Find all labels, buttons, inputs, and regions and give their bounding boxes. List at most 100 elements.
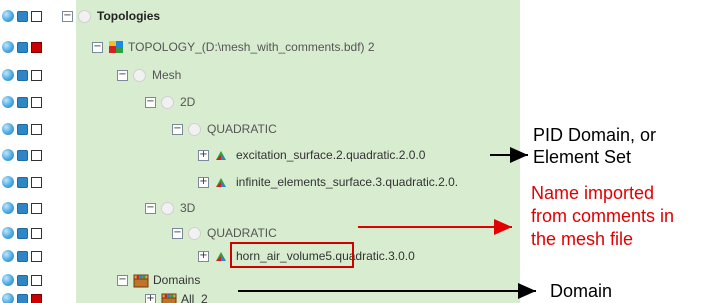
color-square-icon[interactable]: [17, 69, 28, 81]
visibility-dot-icon[interactable]: [2, 149, 14, 161]
visibility-dot-icon[interactable]: [2, 250, 14, 262]
node-bulb-icon: [161, 201, 174, 215]
visibility-dot-icon[interactable]: [2, 123, 14, 135]
tree-row-3d[interactable]: − 3D: [0, 196, 520, 220]
annotation-name-line2: from comments in: [531, 206, 675, 226]
row-controls: [2, 123, 42, 135]
checkbox-icon[interactable]: [31, 69, 42, 81]
visibility-dot-icon[interactable]: [2, 69, 14, 81]
collapse-icon[interactable]: −: [145, 202, 156, 214]
node-bulb-icon: [188, 226, 201, 240]
checkbox-icon[interactable]: [31, 96, 42, 108]
tree-label-infinite-elements-surface: infinite_elements_surface.3.quadratic.2.…: [236, 175, 459, 189]
checkbox-icon[interactable]: [31, 123, 42, 135]
domains-box-icon: [133, 274, 149, 287]
row-controls: [2, 149, 42, 161]
checkbox-icon[interactable]: [31, 10, 42, 22]
color-square-icon[interactable]: [17, 10, 28, 22]
node-bulb-icon: [133, 68, 146, 82]
tree-row-quadratic-2d[interactable]: − QUADRATIC: [0, 117, 520, 141]
row-controls: [2, 176, 42, 188]
checkbox-icon[interactable]: [31, 293, 42, 303]
collapse-icon[interactable]: −: [92, 41, 103, 53]
tree-row-excitation-surface[interactable]: + excitation_surface.2.quadratic.2.0.0: [0, 143, 520, 167]
visibility-dot-icon[interactable]: [2, 41, 14, 53]
row-controls: [2, 41, 42, 53]
element-set-icon: [216, 251, 226, 261]
row-controls: [2, 10, 42, 22]
color-square-icon[interactable]: [17, 123, 28, 135]
annotation-name-line1: Name imported: [531, 183, 655, 203]
color-square-icon[interactable]: [17, 293, 28, 303]
color-square-icon[interactable]: [17, 176, 28, 188]
visibility-dot-icon[interactable]: [2, 10, 14, 22]
tree-label-3d: 3D: [180, 201, 196, 215]
checkbox-icon[interactable]: [31, 274, 42, 286]
tree-label-topologies: Topologies: [97, 9, 161, 23]
tree-row-2d[interactable]: − 2D: [0, 90, 520, 114]
annotation-domain: Domain: [550, 281, 613, 301]
row-controls: [2, 250, 42, 262]
visibility-dot-icon[interactable]: [2, 227, 14, 239]
topology-icon: [109, 41, 123, 53]
row-controls: [2, 69, 42, 81]
tree-label-quadratic: QUADRATIC: [207, 122, 277, 136]
visibility-dot-icon[interactable]: [2, 202, 14, 214]
highlight-box: [230, 242, 354, 268]
checkbox-icon[interactable]: [31, 41, 42, 53]
tree-row-topologies[interactable]: − Topologies: [0, 4, 520, 28]
annotation-pid-line2: Element Set: [533, 147, 632, 167]
tree-label-quadratic: QUADRATIC: [207, 226, 277, 240]
collapse-icon[interactable]: −: [172, 123, 183, 135]
element-set-icon: [216, 177, 226, 187]
checkbox-icon[interactable]: [31, 202, 42, 214]
color-square-icon[interactable]: [17, 96, 28, 108]
tree-label-all-2: All_2: [181, 292, 208, 303]
color-square-icon[interactable]: [17, 274, 28, 286]
annotation-pid-line1: PID Domain, or: [533, 125, 657, 145]
row-controls: [2, 96, 42, 108]
tree-label-domains: Domains: [153, 273, 201, 287]
row-controls: [2, 202, 42, 214]
collapse-icon[interactable]: −: [62, 10, 73, 22]
color-square-icon[interactable]: [17, 41, 28, 53]
tree-label-topology: TOPOLOGY_(D:\mesh_with_comments.bdf) 2: [128, 40, 375, 54]
visibility-dot-icon[interactable]: [2, 293, 14, 303]
element-set-icon: [216, 150, 226, 160]
color-square-icon[interactable]: [17, 227, 28, 239]
expand-icon[interactable]: +: [198, 176, 209, 188]
tree-row-all-2[interactable]: + All_2: [0, 287, 520, 303]
color-square-icon[interactable]: [17, 202, 28, 214]
expand-icon[interactable]: +: [198, 149, 209, 161]
tree-label-2d: 2D: [180, 95, 196, 109]
collapse-icon[interactable]: −: [117, 69, 128, 81]
tree-label-mesh: Mesh: [152, 68, 182, 82]
topology-tree-panel: − Topologies − TOPOLOGY_(D:\mesh_with_co…: [0, 0, 520, 303]
visibility-dot-icon[interactable]: [2, 274, 14, 286]
color-square-icon[interactable]: [17, 250, 28, 262]
row-controls: [2, 227, 42, 239]
checkbox-icon[interactable]: [31, 149, 42, 161]
tree-row-mesh[interactable]: − Mesh: [0, 63, 520, 87]
node-bulb-icon: [161, 95, 174, 109]
collapse-icon[interactable]: −: [117, 274, 128, 286]
visibility-dot-icon[interactable]: [2, 176, 14, 188]
visibility-dot-icon[interactable]: [2, 96, 14, 108]
domain-box-icon: [161, 293, 177, 303]
checkbox-icon[interactable]: [31, 176, 42, 188]
expand-icon[interactable]: +: [145, 293, 156, 303]
tree-row-topology[interactable]: − TOPOLOGY_(D:\mesh_with_comments.bdf) 2: [0, 35, 520, 59]
annotation-name-line3: the mesh file: [531, 229, 634, 249]
color-square-icon[interactable]: [17, 149, 28, 161]
row-controls: [2, 293, 42, 303]
node-bulb-icon: [188, 122, 201, 136]
row-controls: [2, 274, 42, 286]
tree-row-infinite-elements-surface[interactable]: + infinite_elements_surface.3.quadratic.…: [0, 170, 520, 194]
checkbox-icon[interactable]: [31, 227, 42, 239]
collapse-icon[interactable]: −: [172, 227, 183, 239]
node-bulb-icon: [78, 9, 91, 23]
expand-icon[interactable]: +: [198, 250, 209, 262]
checkbox-icon[interactable]: [31, 250, 42, 262]
collapse-icon[interactable]: −: [145, 96, 156, 108]
tree-label-excitation-surface: excitation_surface.2.quadratic.2.0.0: [236, 148, 426, 162]
